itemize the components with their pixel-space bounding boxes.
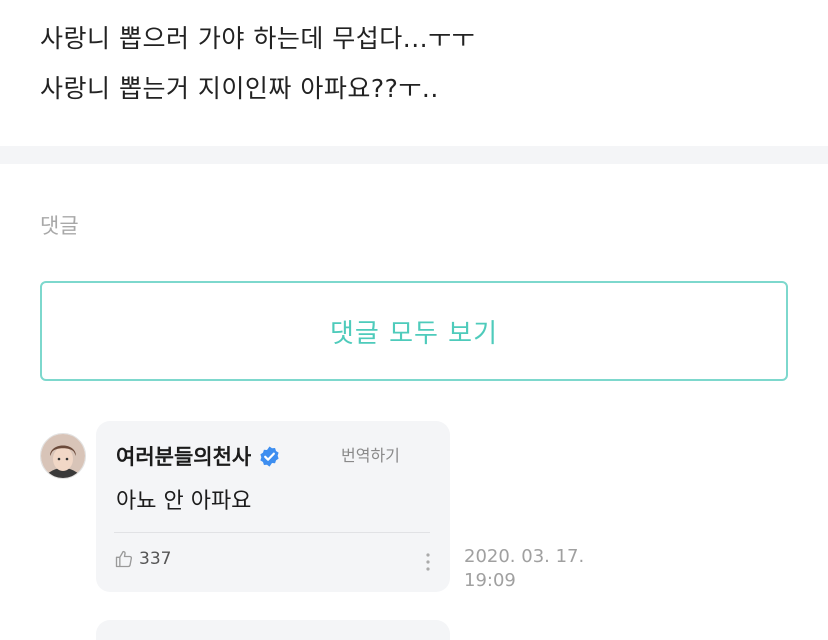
thumbs-up-icon <box>115 550 133 568</box>
more-vertical-icon[interactable] <box>424 551 432 573</box>
comment-divider <box>114 532 430 533</box>
comment-timestamp: 2020. 03. 17. 19:09 <box>464 545 584 593</box>
comment-text: 아뇨 안 아파요 <box>116 489 252 514</box>
like-count: 337 <box>139 549 172 569</box>
post-text-line-2: 사랑니 뽑는거 지이인짜 아파요??ㅜ.. <box>40 74 439 103</box>
comment-author-row: 여러분들의천사 <box>116 441 281 471</box>
comments-section-label: 댓글 <box>40 214 79 238</box>
post-body: 사랑니 뽑으러 가야 하는데 무섭다...ㅜㅜ 사랑니 뽑는거 지이인짜 아파요… <box>40 14 800 114</box>
post-text-line-1: 사랑니 뽑으러 가야 하는데 무섭다...ㅜㅜ <box>40 24 476 53</box>
comment-date: 2020. 03. 17. <box>464 546 585 567</box>
comment-bubble: 여러분들의천사 번역하기 아뇨 안 아파요 337 <box>96 421 450 592</box>
comment-author-name[interactable]: 여러분들의천사 <box>116 441 251 471</box>
next-comment-bubble <box>96 620 450 640</box>
like-button[interactable]: 337 <box>114 549 171 569</box>
verified-badge-icon <box>260 445 279 467</box>
view-all-comments-button[interactable]: 댓글 모두 보기 <box>40 281 788 381</box>
section-divider <box>0 146 828 164</box>
translate-button[interactable]: 번역하기 <box>341 442 400 466</box>
commenter-avatar[interactable] <box>40 433 86 479</box>
comment-time: 19:09 <box>464 570 516 591</box>
